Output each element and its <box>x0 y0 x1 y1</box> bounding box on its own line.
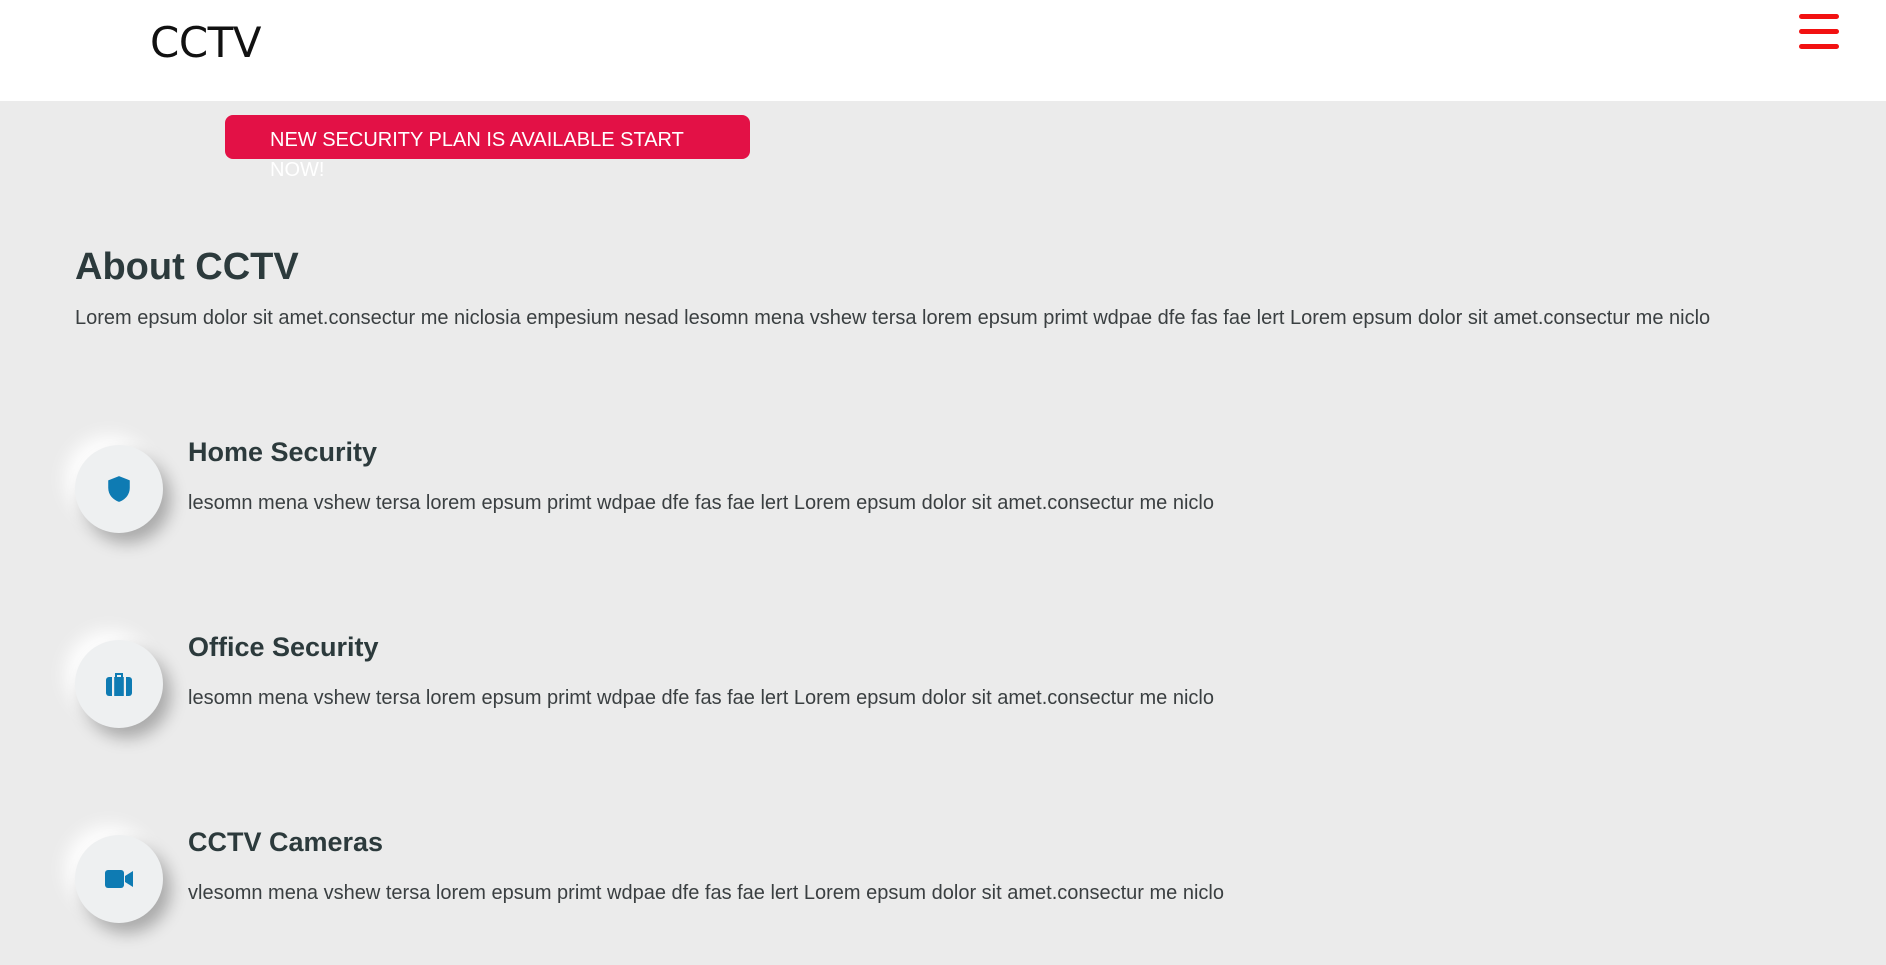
briefcase-icon <box>75 640 163 728</box>
service-title: Office Security <box>188 632 379 662</box>
about-text: Lorem epsum dolor sit amet.consectur me … <box>75 307 1711 329</box>
about-title: About CCTV <box>75 246 299 288</box>
video-camera-icon <box>75 835 163 923</box>
service-text: lesomn mena vshew tersa lorem epsum prim… <box>188 687 1214 709</box>
service-title: Home Security <box>188 437 378 467</box>
new-plan-banner-button[interactable]: NEW SECURITY PLAN IS AVAILABLE START NOW… <box>225 115 750 181</box>
service-item-office-security: Office Security lesomn mena vshew tersa … <box>75 632 1575 770</box>
site-logo[interactable]: CCTV <box>150 18 262 67</box>
shield-icon <box>75 445 163 533</box>
service-text: lesomn mena vshew tersa lorem epsum prim… <box>188 492 1214 514</box>
hamburger-menu-icon[interactable] <box>1799 14 1839 52</box>
site-header: CCTV <box>0 0 1886 101</box>
service-item-home-security: Home Security lesomn mena vshew tersa lo… <box>75 437 1575 575</box>
service-title: CCTV Cameras <box>188 827 384 857</box>
service-item-cctv-cameras: CCTV Cameras vlesomn mena vshew tersa lo… <box>75 827 1575 965</box>
service-text: vlesomn mena vshew tersa lorem epsum pri… <box>188 882 1224 904</box>
banner-text: NEW SECURITY PLAN IS AVAILABLE START NOW… <box>270 129 684 181</box>
